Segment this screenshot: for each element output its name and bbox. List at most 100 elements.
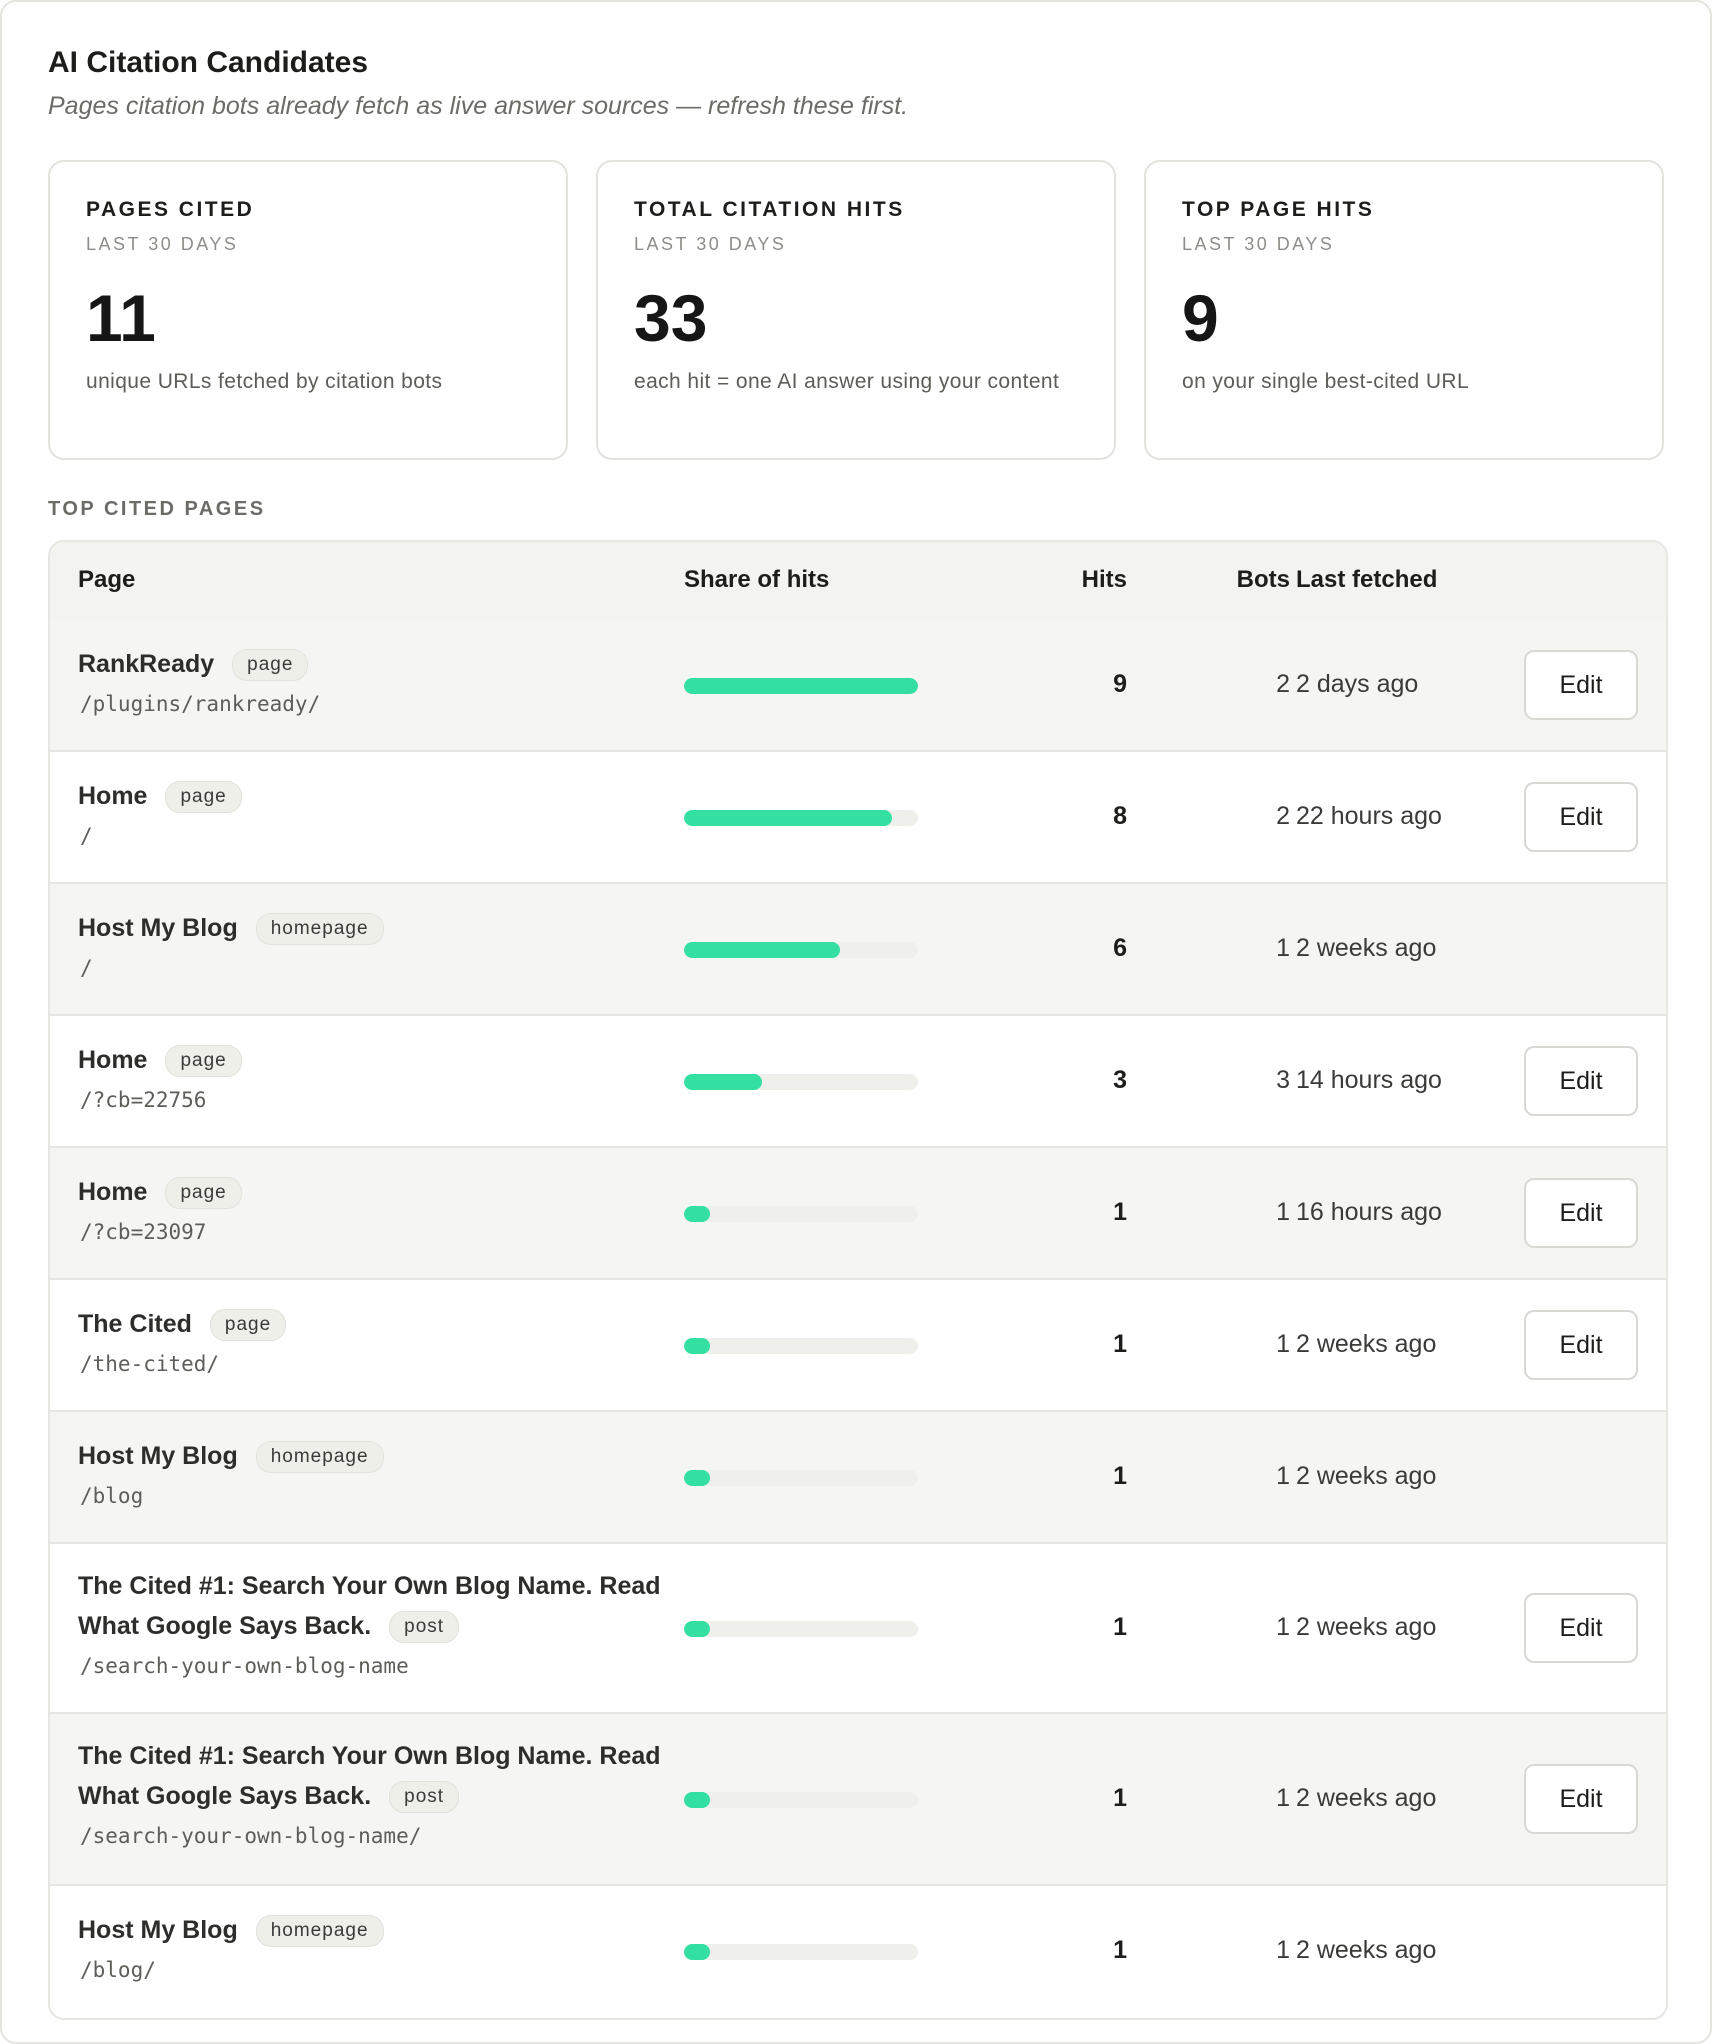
edit-button[interactable]: Edit [1524,1593,1638,1663]
stat-label: PAGES CITED [86,198,255,221]
page-path: / [80,824,93,848]
hits-value: 1 [1113,1613,1127,1641]
bots-value: 2 [1276,802,1290,830]
edit-button[interactable]: Edit [1524,1764,1638,1834]
hits-value: 6 [1113,934,1127,962]
share-bar-fill [684,942,841,958]
page-name: Home [78,1046,148,1074]
stat-card-total-hits: TOTAL CITATION HITS LAST 30 DAYS 33 each… [596,160,1116,460]
share-bar-fill [684,810,893,826]
table-header: Page Share of hits Hits Bots Last fetche… [50,542,1666,622]
page-type-badge: post [389,1781,460,1814]
page-name: The Cited #1: Search Your Own Blog Name.… [78,1572,661,1640]
table-row: Host My Blog homepage /blog 1 1 2 weeks a… [50,1412,1666,1544]
page-title-cell: Host My Blog homepage [78,1436,678,1476]
page-name: RankReady [78,650,215,678]
bots-value: 2 [1276,670,1290,698]
page-title: AI Citation Candidates [48,46,369,79]
page-name: Host My Blog [78,914,238,942]
share-bar [684,1792,918,1808]
page-name: Home [78,782,148,810]
page-title-cell: Host My Blog homepage [78,1910,678,1950]
hits-value: 1 [1113,1462,1127,1490]
table-row: The Cited #1: Search Your Own Blog Name.… [50,1714,1666,1886]
edit-button[interactable]: Edit [1524,650,1638,720]
page-title-cell: The Cited #1: Search Your Own Blog Name.… [78,1566,678,1646]
table-row: RankReady page /plugins/rankready/ 9 2 2 … [50,620,1666,752]
last-fetched-value: 14 hours ago [1296,1066,1442,1094]
page-type-badge: homepage [255,1915,384,1948]
last-fetched-value: 2 weeks ago [1296,1784,1437,1812]
stat-description: unique URLs fetched by citation bots [86,370,443,393]
stat-value: 11 [86,281,156,355]
page-type-badge: page [165,1177,242,1210]
edit-button[interactable]: Edit [1524,1046,1638,1116]
page-path: /the-cited/ [80,1352,220,1376]
table-row: Home page /?cb=23097 1 1 16 hours ago Edi… [50,1148,1666,1280]
stat-description: each hit = one AI answer using your cont… [634,370,1060,393]
share-bar [684,810,918,826]
table-row: The Cited #1: Search Your Own Blog Name.… [50,1544,1666,1714]
column-header-bots: Bots [1236,566,1290,593]
column-header-share: Share of hits [684,566,830,593]
bots-value: 1 [1276,1462,1290,1490]
edit-button[interactable]: Edit [1524,782,1638,852]
edit-button[interactable]: Edit [1524,1310,1638,1380]
last-fetched-value: 22 hours ago [1296,802,1442,830]
column-header-page: Page [78,566,136,593]
share-bar [684,1621,918,1637]
table-row: Home page / 8 2 22 hours ago Edit [50,752,1666,884]
page-type-badge: homepage [255,1441,384,1474]
page-path: /plugins/rankready/ [80,692,321,716]
page-path: /?cb=23097 [80,1220,207,1244]
page-name: Home [78,1178,148,1206]
page-path: /blog [80,1484,144,1508]
page-type-badge: post [389,1611,460,1644]
page-type-badge: page [232,649,309,682]
hits-value: 8 [1113,802,1127,830]
last-fetched-value: 2 weeks ago [1296,1936,1437,1964]
last-fetched-value: 2 weeks ago [1296,1613,1437,1641]
page-title-cell: The Cited page [78,1304,678,1344]
page-name: Host My Blog [78,1442,238,1470]
page-name: The Cited [78,1310,192,1338]
stat-value: 9 [1182,281,1219,355]
hits-value: 9 [1113,670,1127,698]
section-label: TOP CITED PAGES [48,498,266,520]
share-bar [684,942,918,958]
share-bar-fill [684,1338,710,1354]
page-title-cell: Home page [78,1172,678,1212]
page-path: /?cb=22756 [80,1088,207,1112]
column-header-last-fetched: Last fetched [1296,566,1438,593]
table-row: Home page /?cb=22756 3 3 14 hours ago Edi… [50,1016,1666,1148]
edit-button[interactable]: Edit [1524,1178,1638,1248]
stat-description: on your single best-cited URL [1182,370,1470,393]
page-path: /search-your-own-blog-name/ [80,1824,422,1848]
page-path: /search-your-own-blog-name [80,1654,409,1678]
page-type-badge: page [165,781,242,814]
column-header-hits: Hits [1081,566,1127,593]
bots-value: 1 [1276,1784,1290,1812]
page-subtitle: Pages citation bots already fetch as liv… [48,92,909,120]
stat-period: LAST 30 DAYS [86,234,239,254]
bots-value: 1 [1276,1936,1290,1964]
share-bar [684,1338,918,1354]
stat-label: TOTAL CITATION HITS [634,198,905,221]
share-bar-fill [684,1944,710,1960]
page-title-cell: RankReady page [78,644,678,684]
share-bar [684,1944,918,1960]
page-name: Host My Blog [78,1916,238,1944]
stat-card-pages-cited: PAGES CITED LAST 30 DAYS 11 unique URLs … [48,160,568,460]
share-bar-fill [684,1792,710,1808]
last-fetched-value: 16 hours ago [1296,1198,1442,1226]
bots-value: 1 [1276,1330,1290,1358]
stat-value: 33 [634,281,708,355]
share-bar-fill [684,1074,762,1090]
share-bar [684,1470,918,1486]
share-bar [684,678,918,694]
last-fetched-value: 2 weeks ago [1296,1330,1437,1358]
last-fetched-value: 2 weeks ago [1296,1462,1437,1490]
table-row: Host My Blog homepage / 6 1 2 weeks ago [50,884,1666,1016]
last-fetched-value: 2 days ago [1296,670,1419,698]
page-title-cell: Home page [78,1040,678,1080]
